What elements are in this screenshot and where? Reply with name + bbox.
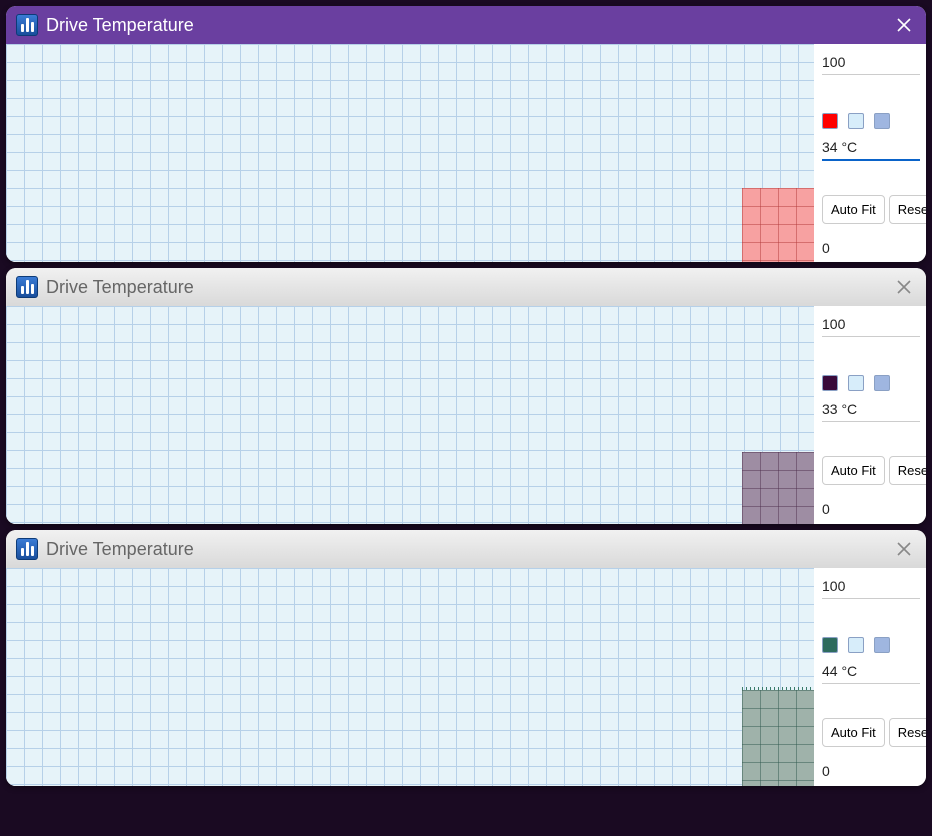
color-swatches xyxy=(822,637,920,653)
autofit-button[interactable]: Auto Fit xyxy=(822,456,885,485)
color-swatches xyxy=(822,375,920,391)
reset-button[interactable]: Reset xyxy=(889,195,926,224)
min-value-field[interactable]: 0 xyxy=(822,497,920,521)
chart-bar xyxy=(742,452,814,524)
min-value-field[interactable]: 0 xyxy=(822,236,920,260)
titlebar[interactable]: Drive Temperature xyxy=(6,6,926,44)
chart-app-icon xyxy=(16,538,38,560)
temperature-panel: Drive Temperature 100 44 °C Auto Fit Res… xyxy=(6,530,926,786)
color-swatch[interactable] xyxy=(822,637,838,653)
reset-button[interactable]: Reset xyxy=(889,718,926,747)
temperature-field[interactable]: 44 °C xyxy=(822,659,920,684)
chart-area xyxy=(6,568,814,786)
color-swatch[interactable] xyxy=(848,375,864,391)
min-value-field[interactable]: 0 xyxy=(822,759,920,783)
sidebar: 100 33 °C Auto Fit Reset 0 xyxy=(814,306,926,524)
color-swatch[interactable] xyxy=(874,375,890,391)
color-swatch[interactable] xyxy=(848,113,864,129)
color-swatch[interactable] xyxy=(822,375,838,391)
window-title: Drive Temperature xyxy=(46,277,892,298)
color-swatch[interactable] xyxy=(848,637,864,653)
chart-app-icon xyxy=(16,14,38,36)
titlebar[interactable]: Drive Temperature xyxy=(6,530,926,568)
chart-app-icon xyxy=(16,276,38,298)
color-swatch[interactable] xyxy=(822,113,838,129)
temperature-panel: Drive Temperature 100 34 °C Auto Fit Res… xyxy=(6,6,926,262)
chart-bar xyxy=(742,690,814,786)
sidebar: 100 44 °C Auto Fit Reset 0 xyxy=(814,568,926,786)
temperature-field[interactable]: 33 °C xyxy=(822,397,920,422)
color-swatches xyxy=(822,113,920,129)
max-value-field[interactable]: 100 xyxy=(822,574,920,599)
window-title: Drive Temperature xyxy=(46,539,892,560)
temperature-field[interactable]: 34 °C xyxy=(822,135,920,161)
chart-area xyxy=(6,306,814,524)
close-icon[interactable] xyxy=(892,13,916,37)
color-swatch[interactable] xyxy=(874,113,890,129)
close-icon[interactable] xyxy=(892,275,916,299)
chart-bar xyxy=(742,188,814,262)
temperature-panel: Drive Temperature 100 33 °C Auto Fit Res… xyxy=(6,268,926,524)
window-title: Drive Temperature xyxy=(46,15,892,36)
max-value-field[interactable]: 100 xyxy=(822,50,920,75)
chart-area xyxy=(6,44,814,262)
autofit-button[interactable]: Auto Fit xyxy=(822,718,885,747)
sidebar: 100 34 °C Auto Fit Reset 0 xyxy=(814,44,926,262)
autofit-button[interactable]: Auto Fit xyxy=(822,195,885,224)
titlebar[interactable]: Drive Temperature xyxy=(6,268,926,306)
color-swatch[interactable] xyxy=(874,637,890,653)
reset-button[interactable]: Reset xyxy=(889,456,926,485)
close-icon[interactable] xyxy=(892,537,916,561)
max-value-field[interactable]: 100 xyxy=(822,312,920,337)
